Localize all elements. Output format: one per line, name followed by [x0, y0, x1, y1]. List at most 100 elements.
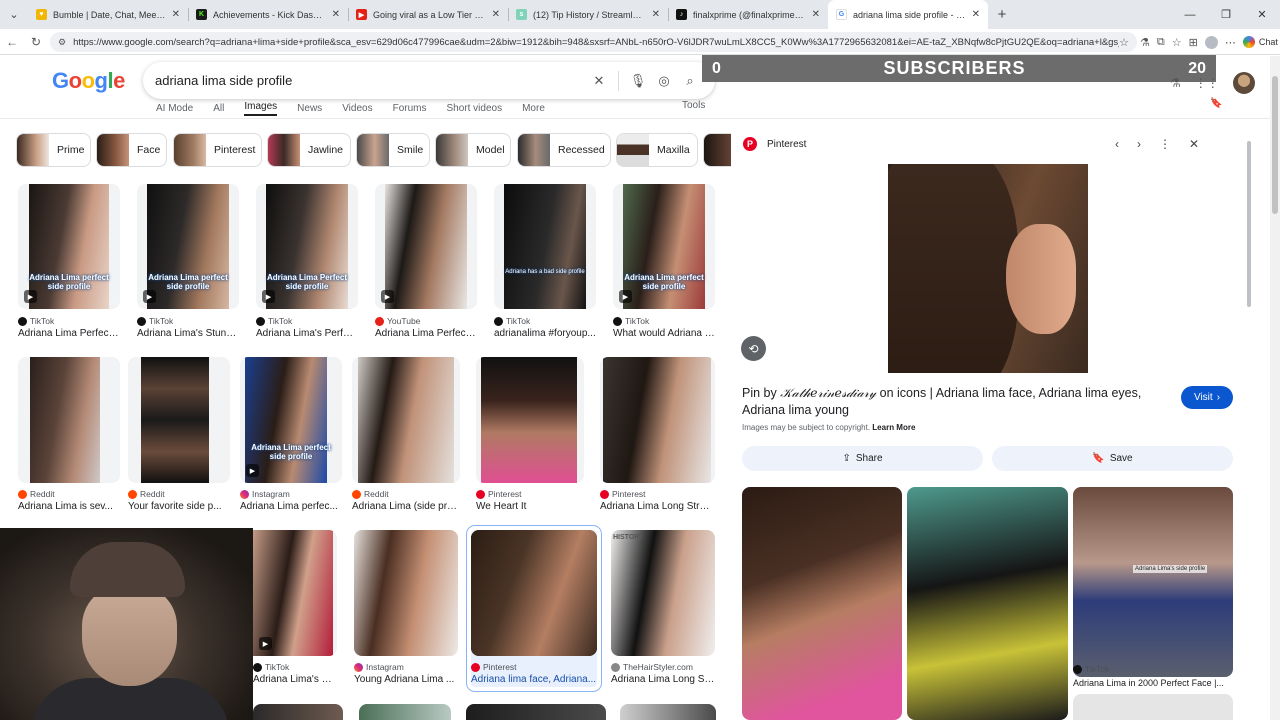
favorites-icon[interactable]: ☆ — [1172, 36, 1182, 49]
chip-recessed[interactable]: Recessed — [517, 133, 611, 167]
result-caption[interactable]: Adriana Lima (side pro... — [352, 501, 460, 512]
result-caption[interactable]: Adriana Lima Perfect ... — [375, 328, 477, 339]
image-result[interactable]: Adriana Lima perfect side profile ▶ TikT… — [18, 184, 120, 339]
image-result-selected[interactable]: Pinterest Adriana lima face, Adriana... — [466, 525, 602, 692]
image-result[interactable]: Adriana has a bad side profile TikTok ad… — [494, 184, 596, 339]
chip-prime[interactable]: Prime — [16, 133, 91, 167]
image-result[interactable]: Adriana Lima Perfect side profile ▶ TikT… — [256, 184, 358, 339]
close-tab-icon[interactable]: ✕ — [332, 9, 340, 20]
tab-forums[interactable]: Forums — [393, 103, 427, 114]
tab-search-chevron-icon[interactable]: ⌄ — [0, 0, 28, 29]
close-window-icon[interactable]: ✕ — [1244, 0, 1280, 29]
chip-model[interactable]: Model — [435, 133, 511, 167]
chip-pinterest[interactable]: Pinterest — [173, 133, 262, 167]
tools-button[interactable]: Tools — [682, 100, 705, 111]
chip-smile[interactable]: Smile — [356, 133, 430, 167]
related-caption[interactable]: Adriana Lima in 2000 Perfect Face |... — [1073, 678, 1224, 688]
close-preview-icon[interactable]: ✕ — [1189, 137, 1199, 151]
tab-videos[interactable]: Videos — [342, 103, 372, 114]
chip-face[interactable]: Face — [96, 133, 167, 167]
result-caption[interactable]: adrianalima #foryoup... — [494, 328, 596, 339]
camera-lens-icon[interactable]: ◎ — [651, 73, 677, 89]
preview-title[interactable]: Pin by 𝒦𝒶𝓉𝒽𝑒𝓇𝒾𝓃𝑒𝓈𝒹𝒾𝒶𝓇𝓎 on icons | Adrian… — [742, 384, 1172, 419]
visit-button[interactable]: Visit › — [1181, 386, 1233, 409]
back-arrow-icon[interactable]: ← — [0, 35, 24, 49]
result-caption[interactable]: Adriana Lima perfec... — [240, 501, 342, 512]
labs-flask-icon[interactable]: ⚗ — [1170, 76, 1181, 90]
profile-avatar[interactable] — [1204, 35, 1218, 49]
image-result[interactable]: Reddit Adriana Lima (side pro... — [352, 357, 460, 512]
image-result-partial[interactable] — [466, 704, 606, 720]
image-result-partial[interactable] — [359, 704, 451, 720]
tab-more[interactable]: More — [522, 103, 545, 114]
result-caption[interactable]: Adriana Lima's Perf... — [253, 674, 337, 685]
result-caption[interactable]: Your favorite side p... — [128, 501, 230, 512]
related-image[interactable] — [907, 487, 1068, 720]
next-arrow-icon[interactable]: › — [1137, 137, 1141, 151]
google-lens-icon[interactable]: ⟲ — [741, 336, 766, 361]
maximize-icon[interactable]: ❐ — [1208, 0, 1244, 29]
result-caption[interactable]: Adriana Lima is sev... — [18, 501, 120, 512]
related-image-partial[interactable] — [1073, 694, 1233, 720]
chip-jawline[interactable]: Jawline — [267, 133, 351, 167]
result-caption[interactable]: Adriana Lima's Perfec... — [256, 328, 358, 339]
close-tab-icon[interactable]: ✕ — [972, 9, 980, 20]
image-result[interactable]: Pinterest Adriana Lima Long Strai... — [600, 357, 715, 512]
preview-main-image[interactable] — [888, 164, 1088, 373]
url-omnibox[interactable]: ⚙ https://www.google.com/search?q=adrian… — [50, 32, 1137, 52]
image-result[interactable]: ▶ YouTube Adriana Lima Perfect ... — [375, 184, 477, 339]
preview-scrollbar[interactable] — [1246, 127, 1252, 720]
account-avatar[interactable] — [1232, 72, 1255, 94]
image-result[interactable]: HISTORY TheHairStyler.com Adriana Lima L… — [611, 530, 715, 685]
bookmark-star-icon[interactable]: ☆ — [1119, 36, 1129, 49]
tab-all[interactable]: All — [213, 103, 224, 114]
minimize-icon[interactable]: — — [1172, 0, 1208, 29]
chip-maxilla[interactable]: Maxilla — [616, 133, 698, 167]
close-tab-icon[interactable]: ✕ — [812, 9, 820, 20]
browser-tab-active[interactable]: Gadriana lima side profile - Google✕ — [828, 0, 988, 29]
save-button[interactable]: 🔖 Save — [992, 446, 1233, 471]
tab-short-videos[interactable]: Short videos — [447, 103, 503, 114]
scrollbar-thumb[interactable] — [1272, 76, 1278, 214]
split-view-icon[interactable]: ⧉ — [1157, 36, 1165, 49]
browser-tab[interactable]: KAchievements - Kick Dashboard✕ — [188, 0, 348, 29]
image-result-partial[interactable] — [620, 704, 716, 720]
browser-tab[interactable]: ♥Bumble | Date, Chat, Meet New Pe✕ — [28, 0, 188, 29]
share-button[interactable]: ⇪ Share — [742, 446, 983, 471]
extensions-icon[interactable]: ⚗ — [1140, 36, 1150, 49]
image-result[interactable]: Adriana Lima perfect side profile ▶ TikT… — [137, 184, 239, 339]
image-result[interactable]: Pinterest We Heart It — [476, 357, 584, 512]
learn-more-link[interactable]: Learn More — [872, 423, 915, 432]
site-controls-icon[interactable]: ⚙ — [58, 37, 66, 48]
previous-arrow-icon[interactable]: ‹ — [1115, 137, 1119, 151]
search-icon[interactable]: ⌕ — [677, 73, 703, 89]
result-caption[interactable]: Adriana Lima's Stunni... — [137, 328, 239, 339]
more-options-icon[interactable]: ⋮ — [1159, 137, 1171, 151]
image-result[interactable]: Instagram Young Adriana Lima ... — [354, 530, 458, 685]
search-input[interactable]: adriana lima side profile — [155, 73, 586, 88]
page-scrollbar[interactable] — [1270, 56, 1280, 720]
result-caption[interactable]: We Heart It — [476, 501, 584, 512]
close-tab-icon[interactable]: ✕ — [172, 9, 180, 20]
collections-icon[interactable]: ⊞ — [1189, 36, 1198, 49]
close-tab-icon[interactable]: ✕ — [492, 9, 500, 20]
clear-search-icon[interactable]: ✕ — [586, 73, 612, 89]
reload-icon[interactable]: ↻ — [24, 35, 48, 49]
browser-tab[interactable]: ▶Going viral as a Low Tier Normie -✕ — [348, 0, 508, 29]
browser-tab[interactable]: ♪finalxprime (@finalxprime) | TikTok✕ — [668, 0, 828, 29]
image-result-partial[interactable] — [253, 704, 343, 720]
result-caption[interactable]: Adriana Lima Long Str... — [611, 674, 715, 685]
browser-tab[interactable]: s (12) Tip History / Streamlabs ✕ — [508, 0, 668, 29]
copilot-chat-button[interactable]: Chat — [1242, 36, 1278, 48]
apps-grid-icon[interactable]: ⋮⋮ — [1195, 76, 1219, 90]
saved-bookmark-icon[interactable]: 🔖 — [1210, 98, 1222, 109]
scrollbar-thumb[interactable] — [1247, 141, 1251, 307]
related-image[interactable] — [742, 487, 902, 720]
image-result[interactable]: Adriana Lima perfect side profile ▶ Inst… — [240, 357, 342, 512]
tab-ai-mode[interactable]: AI Mode — [156, 103, 193, 114]
image-result[interactable]: Reddit Your favorite side p... — [128, 357, 230, 512]
image-result[interactable]: Adriana Lima perfect side profile ▶ TikT… — [613, 184, 715, 339]
image-result[interactable]: Reddit Adriana Lima is sev... — [18, 357, 120, 512]
close-tab-icon[interactable]: ✕ — [652, 9, 660, 20]
microphone-icon[interactable]: 🎙 — [625, 73, 651, 89]
